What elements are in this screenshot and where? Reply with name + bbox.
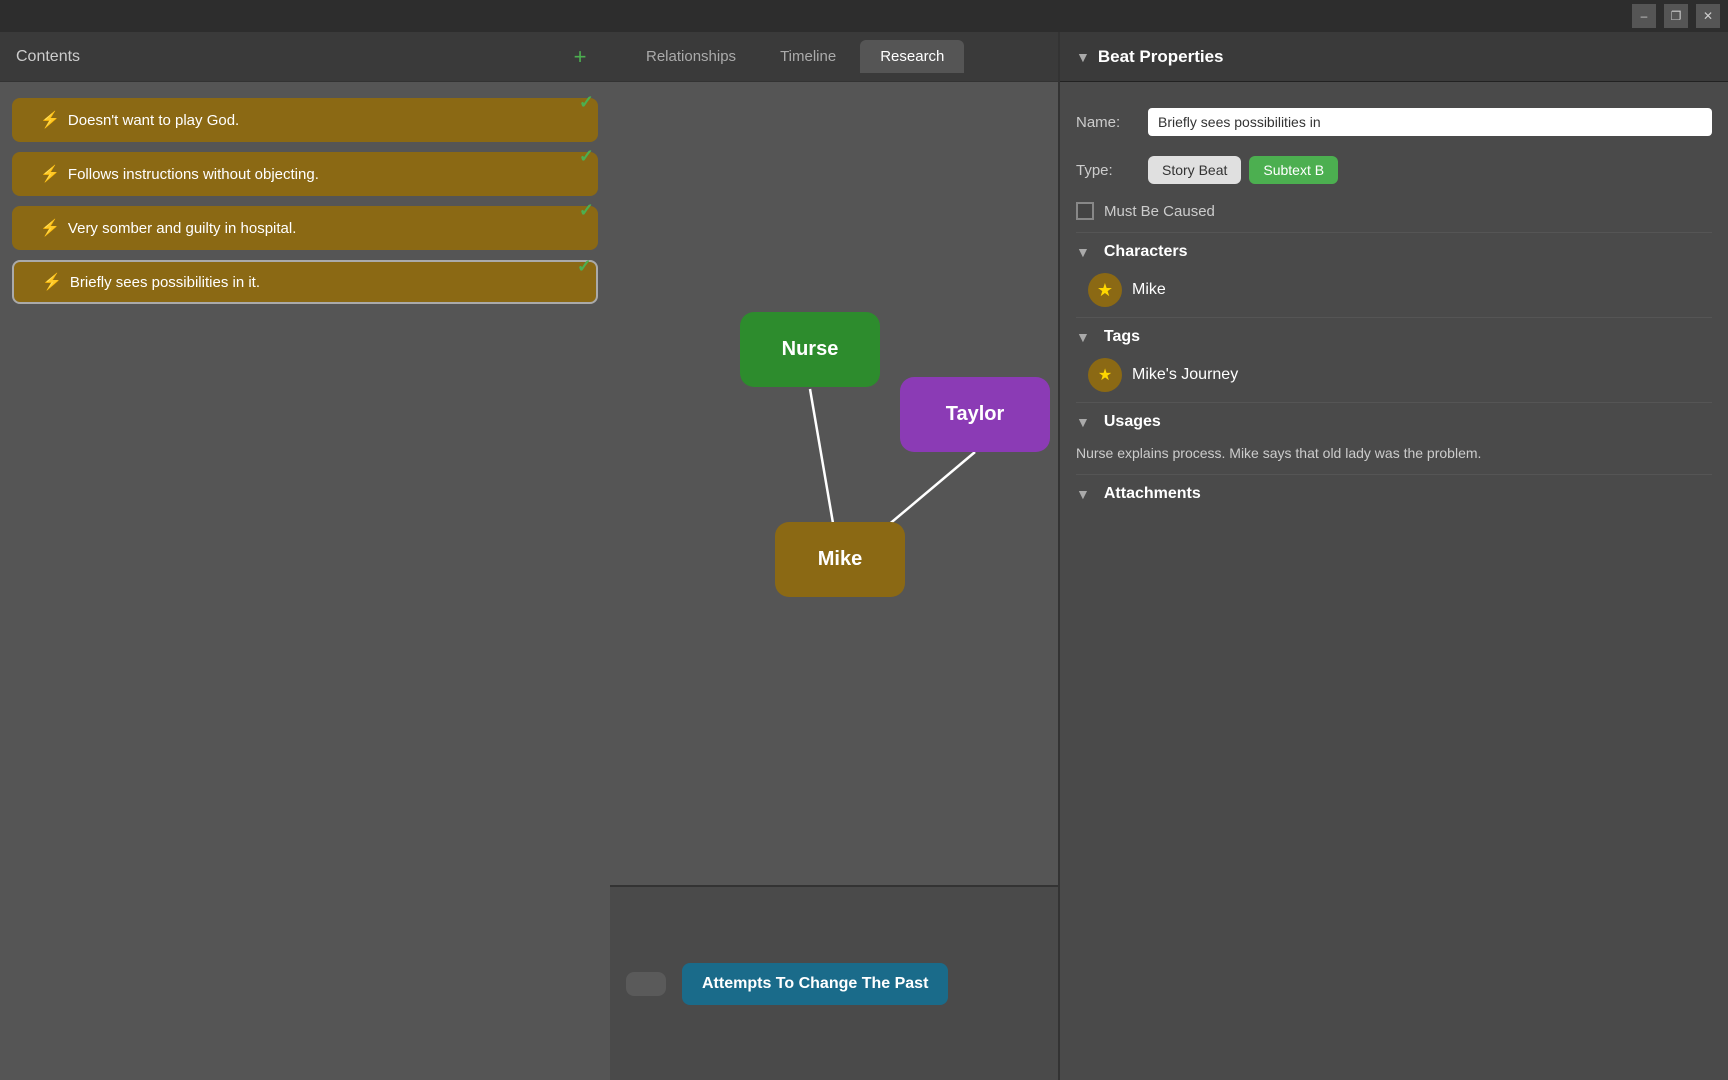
close-button[interactable]: ✕ xyxy=(1696,4,1720,28)
tab-bar: RelationshipsTimelineResearch xyxy=(610,32,1058,82)
tab-timeline[interactable]: Timeline xyxy=(760,40,856,73)
usages-section-header: ▼ Usages xyxy=(1076,402,1712,437)
tab-research[interactable]: Research xyxy=(860,40,964,73)
restore-button[interactable]: ❐ xyxy=(1664,4,1688,28)
beat-lightning-icon: ⚡ xyxy=(40,110,60,130)
beat-text: Follows instructions without objecting. xyxy=(68,166,319,183)
beat-text: Doesn't want to play God. xyxy=(68,112,239,129)
tags-section-header: ▼ Tags xyxy=(1076,317,1712,352)
type-label: Type: xyxy=(1076,162,1136,179)
attachments-collapse-icon[interactable]: ▼ xyxy=(1076,486,1090,502)
tab-relationships[interactable]: Relationships xyxy=(626,40,756,73)
usages-text: Nurse explains process. Mike says that o… xyxy=(1076,437,1712,470)
bottom-beat-partial[interactable] xyxy=(626,972,666,996)
beat-text: Very somber and guilty in hospital. xyxy=(68,220,296,237)
beat-list: ⚡ Doesn't want to play God. ✓ ⚡ Follows … xyxy=(0,82,610,320)
left-panel-header: Contents + xyxy=(0,32,610,82)
beat-check-icon: ✓ xyxy=(579,92,594,113)
characters-collapse-icon[interactable]: ▼ xyxy=(1076,244,1090,260)
journey-tag-avatar: ★ xyxy=(1088,358,1122,392)
center-panel: RelationshipsTimelineResearch Nurse Tayl… xyxy=(610,32,1058,1080)
beat-lightning-icon: ⚡ xyxy=(40,218,60,238)
right-panel-header: ▼ Beat Properties xyxy=(1060,32,1728,82)
minimize-button[interactable]: – xyxy=(1632,4,1656,28)
titlebar: – ❐ ✕ xyxy=(0,0,1728,32)
beat-item-1[interactable]: ⚡ Follows instructions without objecting… xyxy=(12,152,598,196)
beat-check-icon: ✓ xyxy=(579,146,594,167)
beat-item-2[interactable]: ⚡ Very somber and guilty in hospital. ✓ xyxy=(12,206,598,250)
mike-avatar: ★ xyxy=(1088,273,1122,307)
node-taylor[interactable]: Taylor xyxy=(900,377,1050,452)
tags-collapse-icon[interactable]: ▼ xyxy=(1076,329,1090,345)
right-panel-title: Beat Properties xyxy=(1098,47,1224,67)
type-options: Story Beat Subtext B xyxy=(1148,156,1338,184)
must-be-caused-label: Must Be Caused xyxy=(1104,203,1215,220)
mike-character-name[interactable]: Mike xyxy=(1132,281,1166,299)
right-panel-body: Name: Type: Story Beat Subtext B Must Be… xyxy=(1060,82,1728,525)
node-mike[interactable]: Mike xyxy=(775,522,905,597)
left-panel-title: Contents xyxy=(16,48,566,66)
beat-text: Briefly sees possibilities in it. xyxy=(70,274,260,291)
bottom-strip: Attempts To Change The Past xyxy=(610,885,1058,1080)
characters-section-title: Characters xyxy=(1104,243,1188,261)
journey-tag-name[interactable]: Mike's Journey xyxy=(1132,366,1238,384)
attachments-section-title: Attachments xyxy=(1104,485,1201,503)
main-area: Contents + ⚡ Doesn't want to play God. ✓… xyxy=(0,32,1728,1080)
attachments-section-header: ▼ Attachments xyxy=(1076,474,1712,509)
bottom-beat-card[interactable]: Attempts To Change The Past xyxy=(682,963,948,1005)
beat-item-0[interactable]: ⚡ Doesn't want to play God. ✓ xyxy=(12,98,598,142)
type-field-row: Type: Story Beat Subtext B xyxy=(1076,146,1712,194)
node-nurse[interactable]: Nurse xyxy=(740,312,880,387)
characters-section-header: ▼ Characters xyxy=(1076,232,1712,267)
right-panel: ▼ Beat Properties Name: Type: Story Beat… xyxy=(1058,32,1728,1080)
usages-section-title: Usages xyxy=(1104,413,1161,431)
must-be-caused-checkbox[interactable] xyxy=(1076,202,1094,220)
beat-lightning-icon: ⚡ xyxy=(42,272,62,292)
name-field-row: Name: xyxy=(1076,98,1712,146)
node-taylor-label: Taylor xyxy=(946,403,1005,426)
name-input[interactable] xyxy=(1148,108,1712,136)
mike-star-icon: ★ xyxy=(1097,280,1113,301)
beat-lightning-icon: ⚡ xyxy=(40,164,60,184)
beat-check-icon: ✓ xyxy=(579,200,594,221)
beat-check-icon: ✓ xyxy=(577,256,592,277)
graph-area: Nurse Taylor Mike xyxy=(610,82,1058,885)
beat-item-3[interactable]: ⚡ Briefly sees possibilities in it. ✓ xyxy=(12,260,598,304)
relationship-lines xyxy=(610,82,1058,885)
name-label: Name: xyxy=(1076,114,1136,131)
character-row-mike: ★ Mike xyxy=(1076,267,1712,313)
add-beat-button[interactable]: + xyxy=(566,43,594,71)
left-panel: Contents + ⚡ Doesn't want to play God. ✓… xyxy=(0,32,610,1080)
type-subtext-button[interactable]: Subtext B xyxy=(1249,156,1338,184)
type-story-button[interactable]: Story Beat xyxy=(1148,156,1241,184)
panel-collapse-icon[interactable]: ▼ xyxy=(1076,49,1090,65)
bottom-beat-label: Attempts To Change The Past xyxy=(702,975,928,992)
usages-collapse-icon[interactable]: ▼ xyxy=(1076,414,1090,430)
tag-row-journey: ★ Mike's Journey xyxy=(1076,352,1712,398)
journey-star-icon: ★ xyxy=(1098,365,1112,385)
tags-section-title: Tags xyxy=(1104,328,1140,346)
node-mike-label: Mike xyxy=(818,548,862,571)
node-nurse-label: Nurse xyxy=(782,338,839,361)
must-be-caused-row: Must Be Caused xyxy=(1076,194,1712,228)
